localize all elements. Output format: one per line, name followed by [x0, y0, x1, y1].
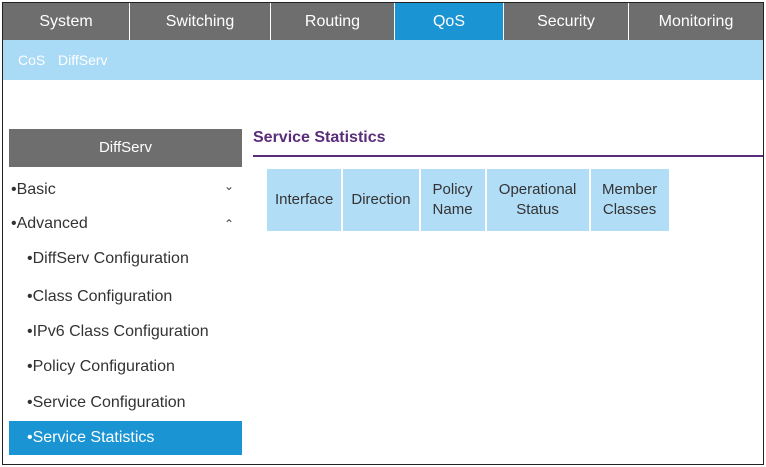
table-header-row: Interface Direction Policy Name Operatio… — [267, 169, 669, 231]
subtab-cos[interactable]: CoS — [18, 52, 45, 68]
column-header-policy-name[interactable]: Policy Name — [419, 169, 487, 231]
sidebar-item-diffserv-configuration[interactable]: •DiffServ Configuration — [9, 242, 242, 276]
sidebar-header: DiffServ — [9, 129, 242, 167]
sidebar-item-ipv6-class-configuration[interactable]: •IPv6 Class Configuration — [9, 315, 242, 349]
column-header-direction[interactable]: Direction — [342, 169, 421, 231]
tab-monitoring[interactable]: Monitoring — [629, 3, 763, 40]
service-statistics-table: Interface Direction Policy Name Operatio… — [267, 169, 669, 231]
sidebar-item-label: Service Configuration — [32, 394, 186, 411]
sidebar-item-service-statistics[interactable]: •Service Statistics — [9, 421, 242, 455]
sidebar-item-label: IPv6 Class Configuration — [32, 323, 209, 340]
sidebar-item-label: Policy Configuration — [32, 358, 175, 375]
sidebar-item-service-configuration[interactable]: •Service Configuration — [9, 386, 242, 420]
sidebar-item-label: Advanced — [16, 215, 88, 232]
title-divider — [253, 155, 763, 157]
sidebar-item-label: DiffServ Configuration — [32, 250, 189, 267]
column-header-member-classes[interactable]: Member Classes — [589, 169, 669, 231]
column-header-interface[interactable]: Interface — [267, 169, 344, 231]
column-header-operational-status[interactable]: Operational Status — [485, 169, 591, 231]
sub-nav: CoS DiffServ — [3, 40, 763, 80]
sidebar: DiffServ •Basic ⌄ •Advanced ⌃ •DiffServ … — [9, 129, 242, 459]
page-title: Service Statistics — [253, 129, 386, 146]
sidebar-item-label: Service Statistics — [32, 429, 155, 446]
main-content: Service Statistics Interface Direction P… — [253, 121, 763, 461]
tab-qos[interactable]: QoS — [395, 3, 504, 40]
tab-routing[interactable]: Routing — [271, 3, 395, 40]
app-frame: System Switching Routing QoS Security Mo… — [2, 2, 764, 465]
chevron-down-icon[interactable]: ⌄ — [224, 179, 234, 193]
sidebar-item-label: Class Configuration — [32, 288, 173, 305]
sidebar-item-advanced[interactable]: •Advanced ⌃ — [9, 207, 242, 241]
tab-switching[interactable]: Switching — [130, 3, 271, 40]
sidebar-item-basic[interactable]: •Basic ⌄ — [9, 173, 242, 207]
subtab-diffserv[interactable]: DiffServ — [58, 52, 108, 68]
chevron-up-icon[interactable]: ⌃ — [224, 217, 234, 231]
sidebar-item-policy-configuration[interactable]: •Policy Configuration — [9, 350, 242, 384]
sidebar-item-label: Basic — [16, 181, 56, 198]
top-nav: System Switching Routing QoS Security Mo… — [3, 3, 763, 40]
tab-security[interactable]: Security — [504, 3, 629, 40]
sidebar-item-class-configuration[interactable]: •Class Configuration — [9, 280, 242, 314]
tab-system[interactable]: System — [3, 3, 130, 40]
